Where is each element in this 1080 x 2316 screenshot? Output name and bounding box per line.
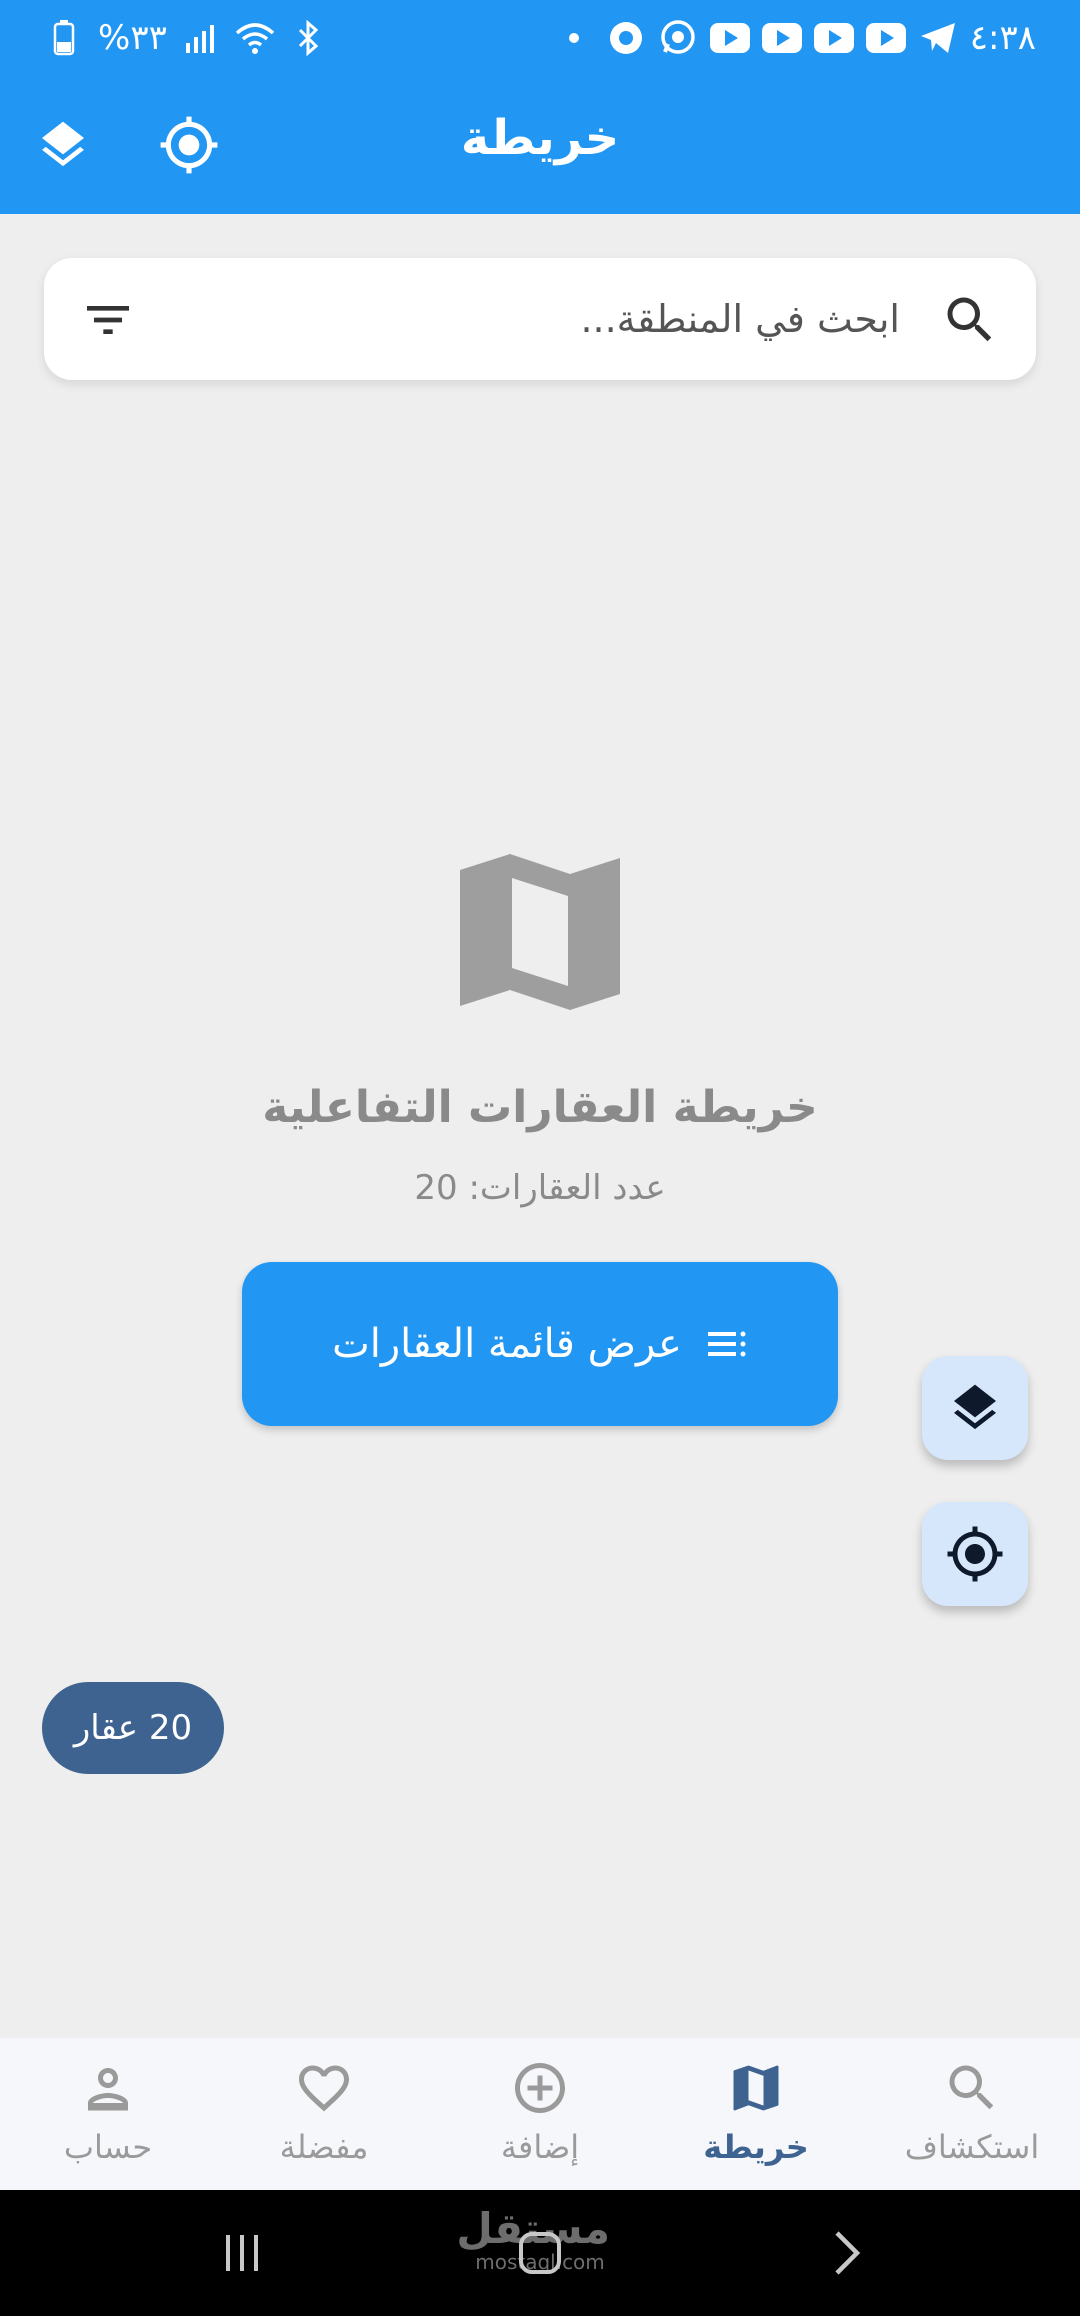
layers-fab[interactable] [922, 1356, 1028, 1460]
app-bar: خريطة [0, 80, 1080, 214]
status-right: ٤:٣٨ [554, 18, 1036, 58]
whatsapp-icon [658, 18, 698, 58]
add-circle-icon [515, 2063, 565, 2113]
map-icon [458, 852, 622, 1012]
recent-apps-icon [226, 2235, 258, 2271]
youtube-icon [813, 18, 854, 58]
battery-level: %٣٣ [98, 18, 167, 58]
search-icon [949, 2065, 994, 2110]
home-button[interactable] [510, 2220, 570, 2286]
clock: ٤:٣٨ [969, 18, 1036, 58]
page-title: خريطة [460, 110, 620, 166]
youtube-icon [709, 18, 750, 58]
nav-label: إضافة [500, 2128, 580, 2166]
nav-item-account[interactable]: حساب [0, 2038, 216, 2190]
my-location-fab[interactable] [922, 1502, 1028, 1606]
heart-icon [299, 2065, 349, 2112]
property-count-text: عدد العقارات: 20 [414, 1168, 666, 1208]
search-icon[interactable] [940, 290, 1000, 350]
nav-label: استكشاف [904, 2128, 1040, 2166]
person-icon [88, 2068, 128, 2111]
nav-item-add[interactable]: إضافة [432, 2038, 648, 2190]
nav-label: حساب [63, 2128, 153, 2166]
nav-label: خريطة [703, 2128, 809, 2166]
chevron-right-icon [835, 2231, 861, 2275]
map-icon [733, 2065, 779, 2111]
status-left: %٣٣ [44, 18, 329, 58]
youtube-icon [865, 18, 906, 58]
telegram-icon [918, 18, 958, 58]
my-location-icon [947, 1526, 1003, 1582]
filter-icon [87, 306, 129, 334]
filter-button[interactable] [78, 292, 138, 348]
nav-item-explore[interactable]: استكشاف [864, 2038, 1080, 2190]
youtube-icon [761, 18, 802, 58]
notification-icon [606, 18, 646, 58]
status-bar: %٣٣ ٤:٣٨ [0, 0, 1080, 80]
dot-icon [554, 18, 594, 58]
back-button[interactable] [820, 2220, 876, 2286]
bottom-navigation: حساب مفضلة إضافة خريطة استكشاف [0, 2038, 1080, 2190]
recent-apps-button[interactable] [214, 2220, 270, 2286]
wifi-icon [235, 18, 275, 58]
home-icon [519, 2232, 561, 2274]
system-navigation-bar: مستقل mostaql.com [0, 2190, 1080, 2316]
property-count-chip: 20 عقار [42, 1682, 224, 1774]
list-icon [707, 1331, 746, 1357]
signal-icon [181, 18, 221, 58]
nav-item-map[interactable]: خريطة [648, 2038, 864, 2190]
search-input[interactable] [200, 280, 900, 358]
battery-icon [44, 18, 84, 58]
nav-item-favorites[interactable]: مفضلة [216, 2038, 432, 2190]
show-properties-list-button[interactable]: عرض قائمة العقارات [242, 1262, 838, 1426]
nav-label: مفضلة [279, 2128, 369, 2166]
search-bar [44, 258, 1036, 380]
show-list-label: عرض قائمة العقارات [332, 1321, 682, 1367]
empty-state-title: خريطة العقارات التفاعلية [262, 1082, 818, 1133]
bluetooth-icon [289, 18, 329, 58]
layers-icon [954, 1384, 996, 1430]
